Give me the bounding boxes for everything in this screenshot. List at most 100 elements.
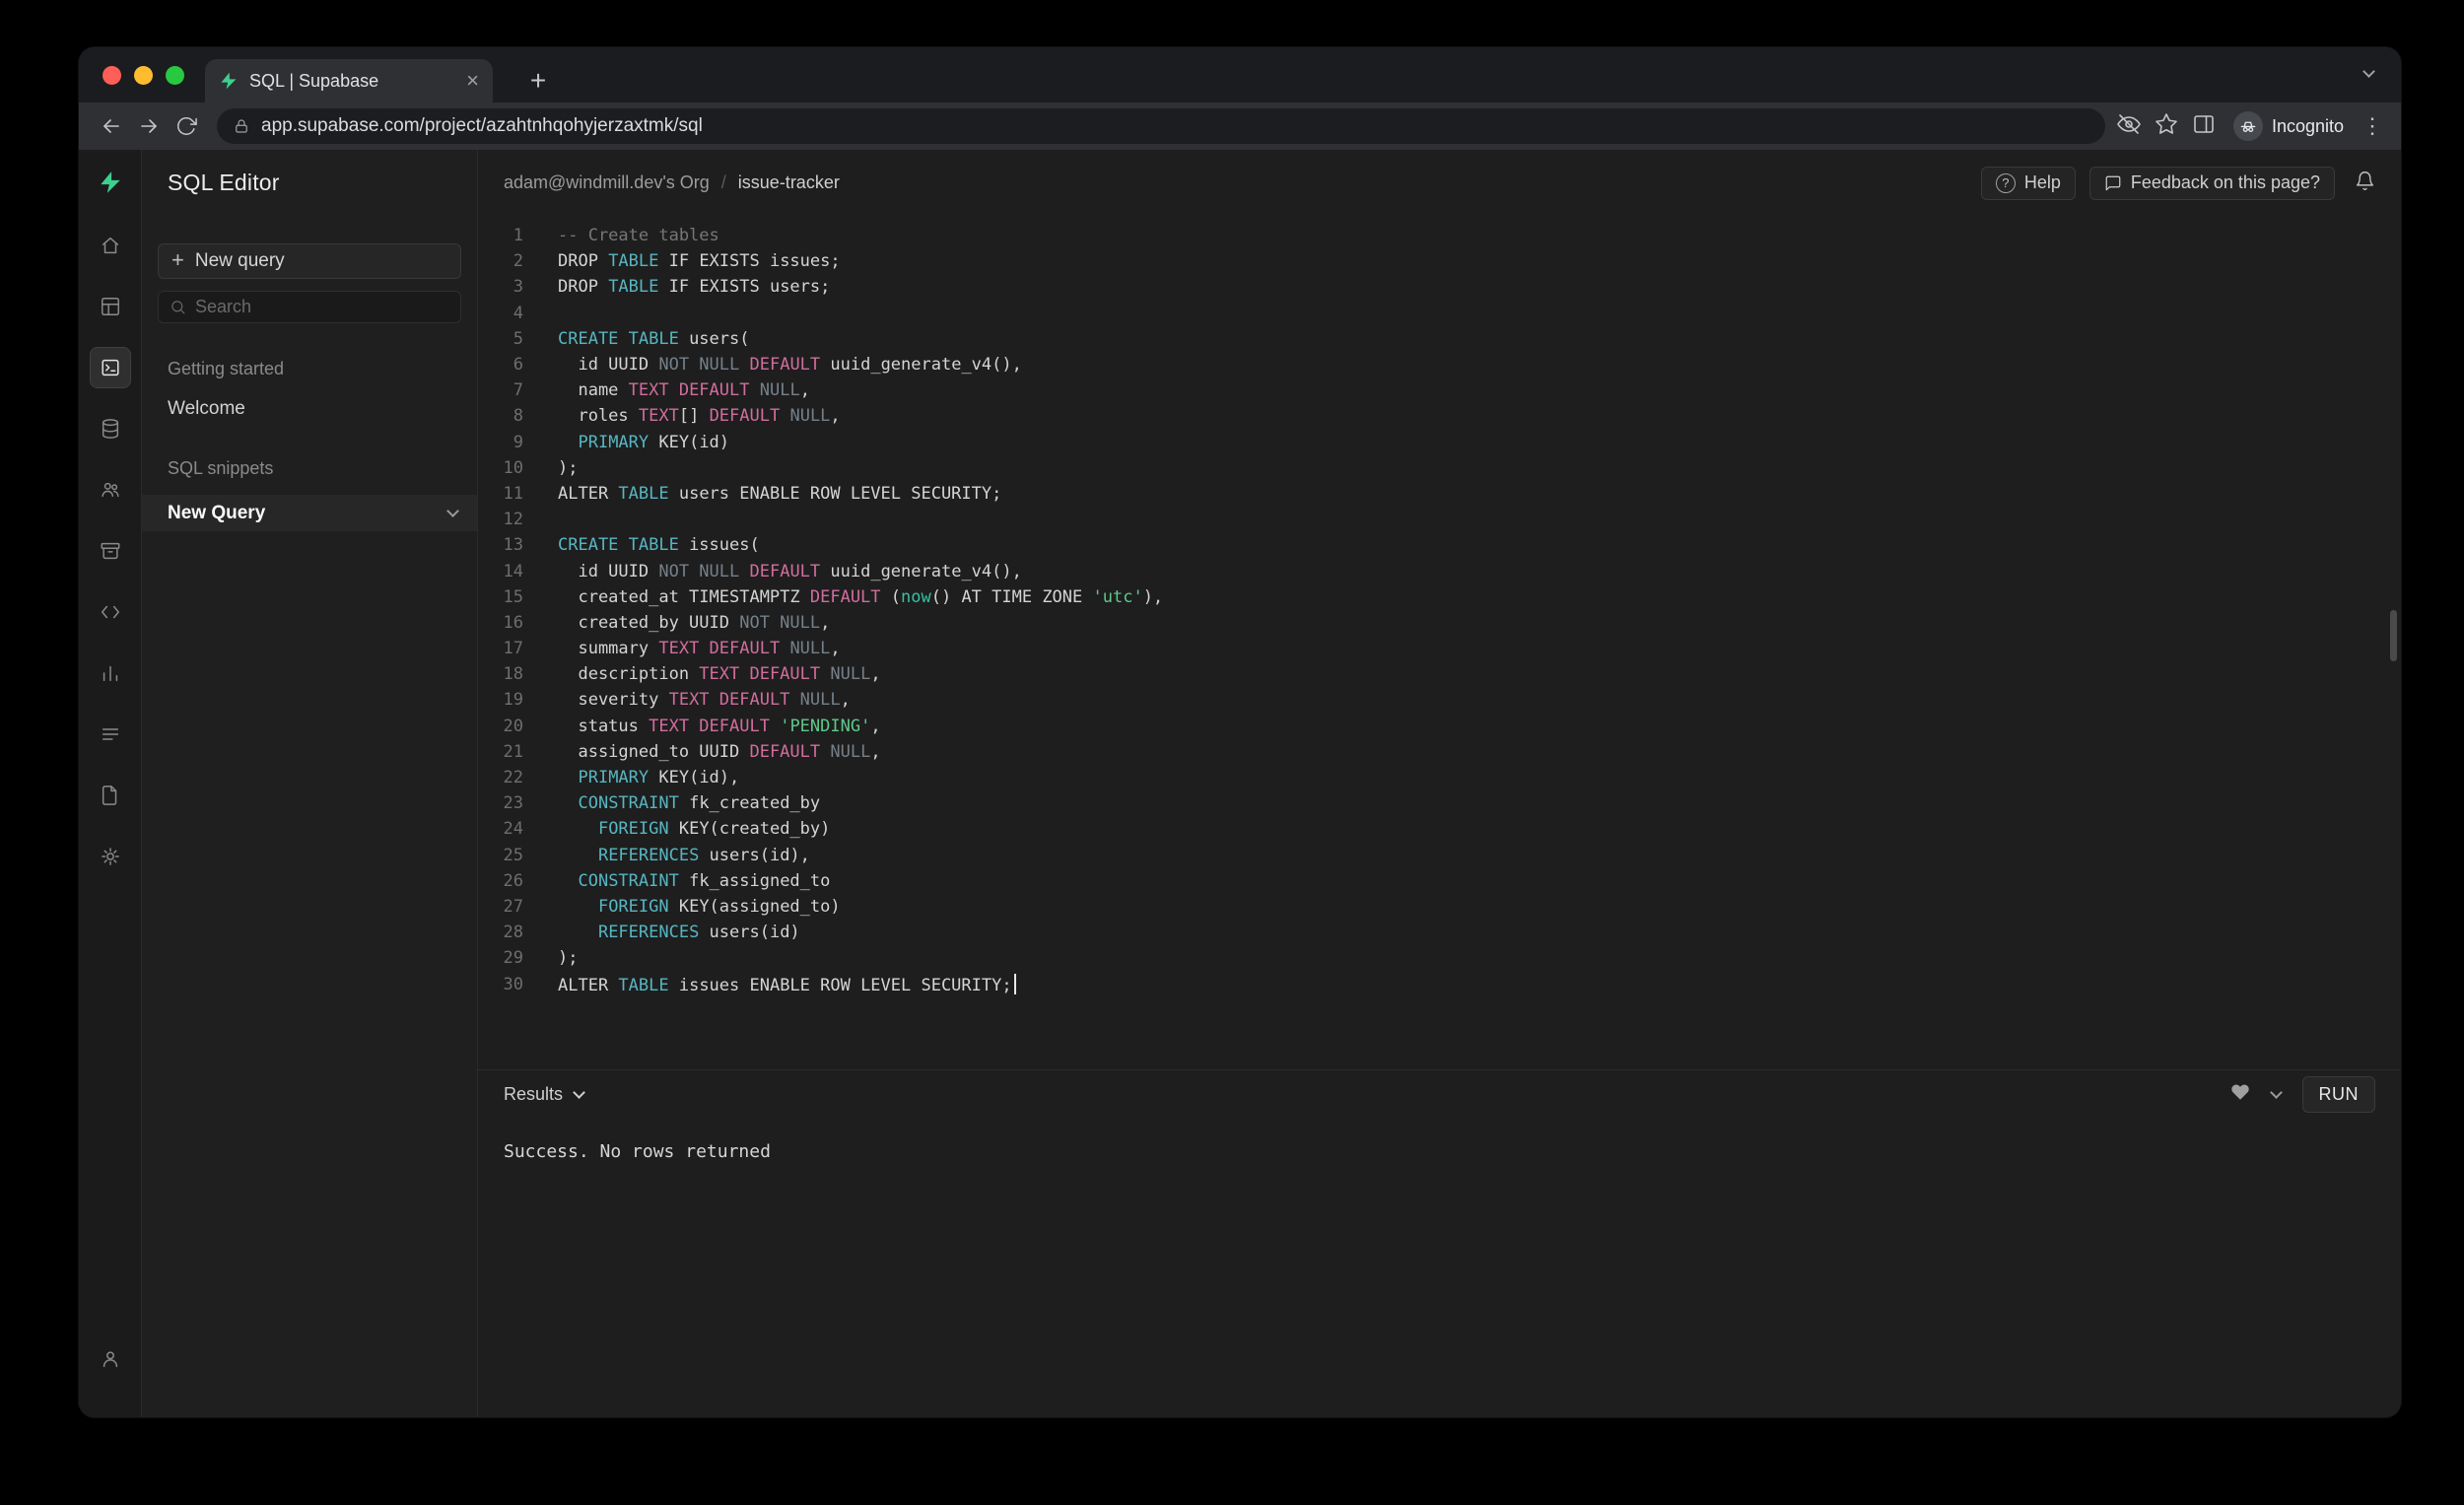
sql-editor-icon[interactable] xyxy=(90,347,131,388)
code-line[interactable]: 9 PRIMARY KEY(id) xyxy=(478,430,2401,455)
home-icon[interactable] xyxy=(90,225,131,266)
code-text: DROP TABLE IF EXISTS issues; xyxy=(523,251,841,271)
line-number: 24 xyxy=(478,819,523,839)
code-line[interactable]: 8 roles TEXT[] DEFAULT NULL, xyxy=(478,403,2401,429)
search-icon xyxy=(170,299,186,315)
auth-users-icon[interactable] xyxy=(90,469,131,511)
side-panel-icon[interactable] xyxy=(2192,112,2216,141)
code-line[interactable]: 16 created_by UUID NOT NULL, xyxy=(478,610,2401,636)
zoom-window-button[interactable] xyxy=(166,66,184,85)
incognito-label: Incognito xyxy=(2272,116,2344,137)
database-icon[interactable] xyxy=(90,408,131,449)
supabase-app: SQL Editor + New query Getting started W… xyxy=(79,150,2401,1417)
code-line[interactable]: 13CREATE TABLE issues( xyxy=(478,532,2401,558)
code-line[interactable]: 12 xyxy=(478,507,2401,532)
forward-button[interactable] xyxy=(130,107,168,145)
line-number: 13 xyxy=(478,535,523,555)
line-number: 23 xyxy=(478,793,523,813)
code-line[interactable]: 23 CONSTRAINT fk_created_by xyxy=(478,790,2401,816)
code-line[interactable]: 4 xyxy=(478,301,2401,326)
results-dropdown[interactable]: Results xyxy=(504,1084,583,1105)
code-line[interactable]: 7 name TEXT DEFAULT NULL, xyxy=(478,377,2401,403)
back-button[interactable] xyxy=(93,107,130,145)
help-button[interactable]: ? Help xyxy=(1981,167,2076,200)
search-input[interactable] xyxy=(195,297,449,317)
code-line[interactable]: 24 FOREIGN KEY(created_by) xyxy=(478,816,2401,842)
reports-icon[interactable] xyxy=(90,652,131,694)
notifications-bell-icon[interactable] xyxy=(2355,171,2375,196)
line-number: 8 xyxy=(478,406,523,426)
sidebar-item-welcome[interactable]: Welcome xyxy=(158,395,461,423)
results-bar: Results RUN xyxy=(478,1070,2401,1118)
browser-toolbar: app.supabase.com/project/azahtnhqohyjerz… xyxy=(79,103,2401,150)
browser-menu-icon[interactable]: ⋮ xyxy=(2358,113,2387,139)
feedback-button[interactable]: Feedback on this page? xyxy=(2089,167,2335,200)
reload-button[interactable] xyxy=(168,107,205,145)
main-panel: adam@windmill.dev's Org / issue-tracker … xyxy=(478,150,2401,1417)
breadcrumb-org[interactable]: adam@windmill.dev's Org xyxy=(504,172,710,193)
code-line[interactable]: 30ALTER TABLE issues ENABLE ROW LEVEL SE… xyxy=(478,971,2401,996)
settings-gear-icon[interactable] xyxy=(90,836,131,877)
run-options-chevron-icon[interactable] xyxy=(2270,1086,2283,1099)
code-line[interactable]: 18 description TEXT DEFAULT NULL, xyxy=(478,661,2401,687)
browser-window: SQL | Supabase × + app.supabase.com/proj… xyxy=(79,47,2401,1417)
account-profile-icon[interactable] xyxy=(90,1338,131,1380)
functions-code-icon[interactable] xyxy=(90,591,131,633)
browser-tab[interactable]: SQL | Supabase × xyxy=(205,59,493,103)
code-line[interactable]: 22 PRIMARY KEY(id), xyxy=(478,765,2401,790)
favorite-heart-icon[interactable] xyxy=(2230,1082,2250,1107)
line-number: 4 xyxy=(478,304,523,323)
code-text: created_at TIMESTAMPTZ DEFAULT (now() AT… xyxy=(523,587,1163,607)
run-button[interactable]: RUN xyxy=(2302,1076,2376,1113)
docs-icon[interactable] xyxy=(90,775,131,816)
results-label: Results xyxy=(504,1084,563,1105)
code-line[interactable]: 28 REFERENCES users(id) xyxy=(478,920,2401,945)
sidebar-item-new-query[interactable]: New Query xyxy=(142,495,477,531)
bookmark-star-icon[interactable] xyxy=(2155,112,2178,141)
address-bar[interactable]: app.supabase.com/project/azahtnhqohyjerz… xyxy=(217,108,2105,144)
sql-code-editor[interactable]: 1-- Create tables2DROP TABLE IF EXISTS i… xyxy=(478,216,2401,1069)
storage-icon[interactable] xyxy=(90,530,131,572)
minimize-window-button[interactable] xyxy=(134,66,153,85)
code-line[interactable]: 11ALTER TABLE users ENABLE ROW LEVEL SEC… xyxy=(478,481,2401,507)
code-text: id UUID NOT NULL DEFAULT uuid_generate_v… xyxy=(523,355,1022,375)
code-line[interactable]: 21 assigned_to UUID DEFAULT NULL, xyxy=(478,739,2401,765)
code-line[interactable]: 29); xyxy=(478,945,2401,971)
code-line[interactable]: 10); xyxy=(478,455,2401,481)
code-line[interactable]: 26 CONSTRAINT fk_assigned_to xyxy=(478,868,2401,894)
table-editor-icon[interactable] xyxy=(90,286,131,327)
new-query-button[interactable]: + New query xyxy=(158,243,461,279)
search-field[interactable] xyxy=(158,291,461,323)
line-number: 19 xyxy=(478,690,523,710)
code-line[interactable]: 2DROP TABLE IF EXISTS issues; xyxy=(478,248,2401,274)
code-line[interactable]: 6 id UUID NOT NULL DEFAULT uuid_generate… xyxy=(478,352,2401,377)
code-line[interactable]: 25 REFERENCES users(id), xyxy=(478,843,2401,868)
code-line[interactable]: 20 status TEXT DEFAULT 'PENDING', xyxy=(478,714,2401,739)
close-window-button[interactable] xyxy=(103,66,121,85)
eye-off-icon[interactable] xyxy=(2117,112,2141,141)
chevron-down-icon[interactable] xyxy=(446,505,459,517)
tab-close-icon[interactable]: × xyxy=(466,70,479,92)
code-line[interactable]: 5CREATE TABLE users( xyxy=(478,326,2401,352)
editor-scrollbar[interactable] xyxy=(2390,610,2397,661)
code-line[interactable]: 3DROP TABLE IF EXISTS users; xyxy=(478,274,2401,300)
code-line[interactable]: 1-- Create tables xyxy=(478,223,2401,248)
line-number: 11 xyxy=(478,484,523,504)
code-text: status TEXT DEFAULT 'PENDING', xyxy=(523,717,881,736)
tab-search-chevron-icon[interactable] xyxy=(2362,65,2375,78)
code-line[interactable]: 17 summary TEXT DEFAULT NULL, xyxy=(478,636,2401,661)
supabase-logo-icon[interactable] xyxy=(90,162,131,203)
logs-icon[interactable] xyxy=(90,714,131,755)
help-button-label: Help xyxy=(2024,172,2061,193)
code-text: CONSTRAINT fk_assigned_to xyxy=(523,871,830,891)
code-text: id UUID NOT NULL DEFAULT uuid_generate_v… xyxy=(523,562,1022,581)
code-line[interactable]: 15 created_at TIMESTAMPTZ DEFAULT (now()… xyxy=(478,584,2401,610)
code-line[interactable]: 19 severity TEXT DEFAULT NULL, xyxy=(478,687,2401,713)
line-number: 28 xyxy=(478,923,523,942)
section-label-getting-started: Getting started xyxy=(158,359,461,379)
breadcrumb: adam@windmill.dev's Org / issue-tracker xyxy=(504,172,840,193)
code-line[interactable]: 14 id UUID NOT NULL DEFAULT uuid_generat… xyxy=(478,558,2401,583)
code-line[interactable]: 27 FOREIGN KEY(assigned_to) xyxy=(478,894,2401,920)
new-tab-button[interactable]: + xyxy=(520,63,556,99)
breadcrumb-project[interactable]: issue-tracker xyxy=(738,172,840,193)
